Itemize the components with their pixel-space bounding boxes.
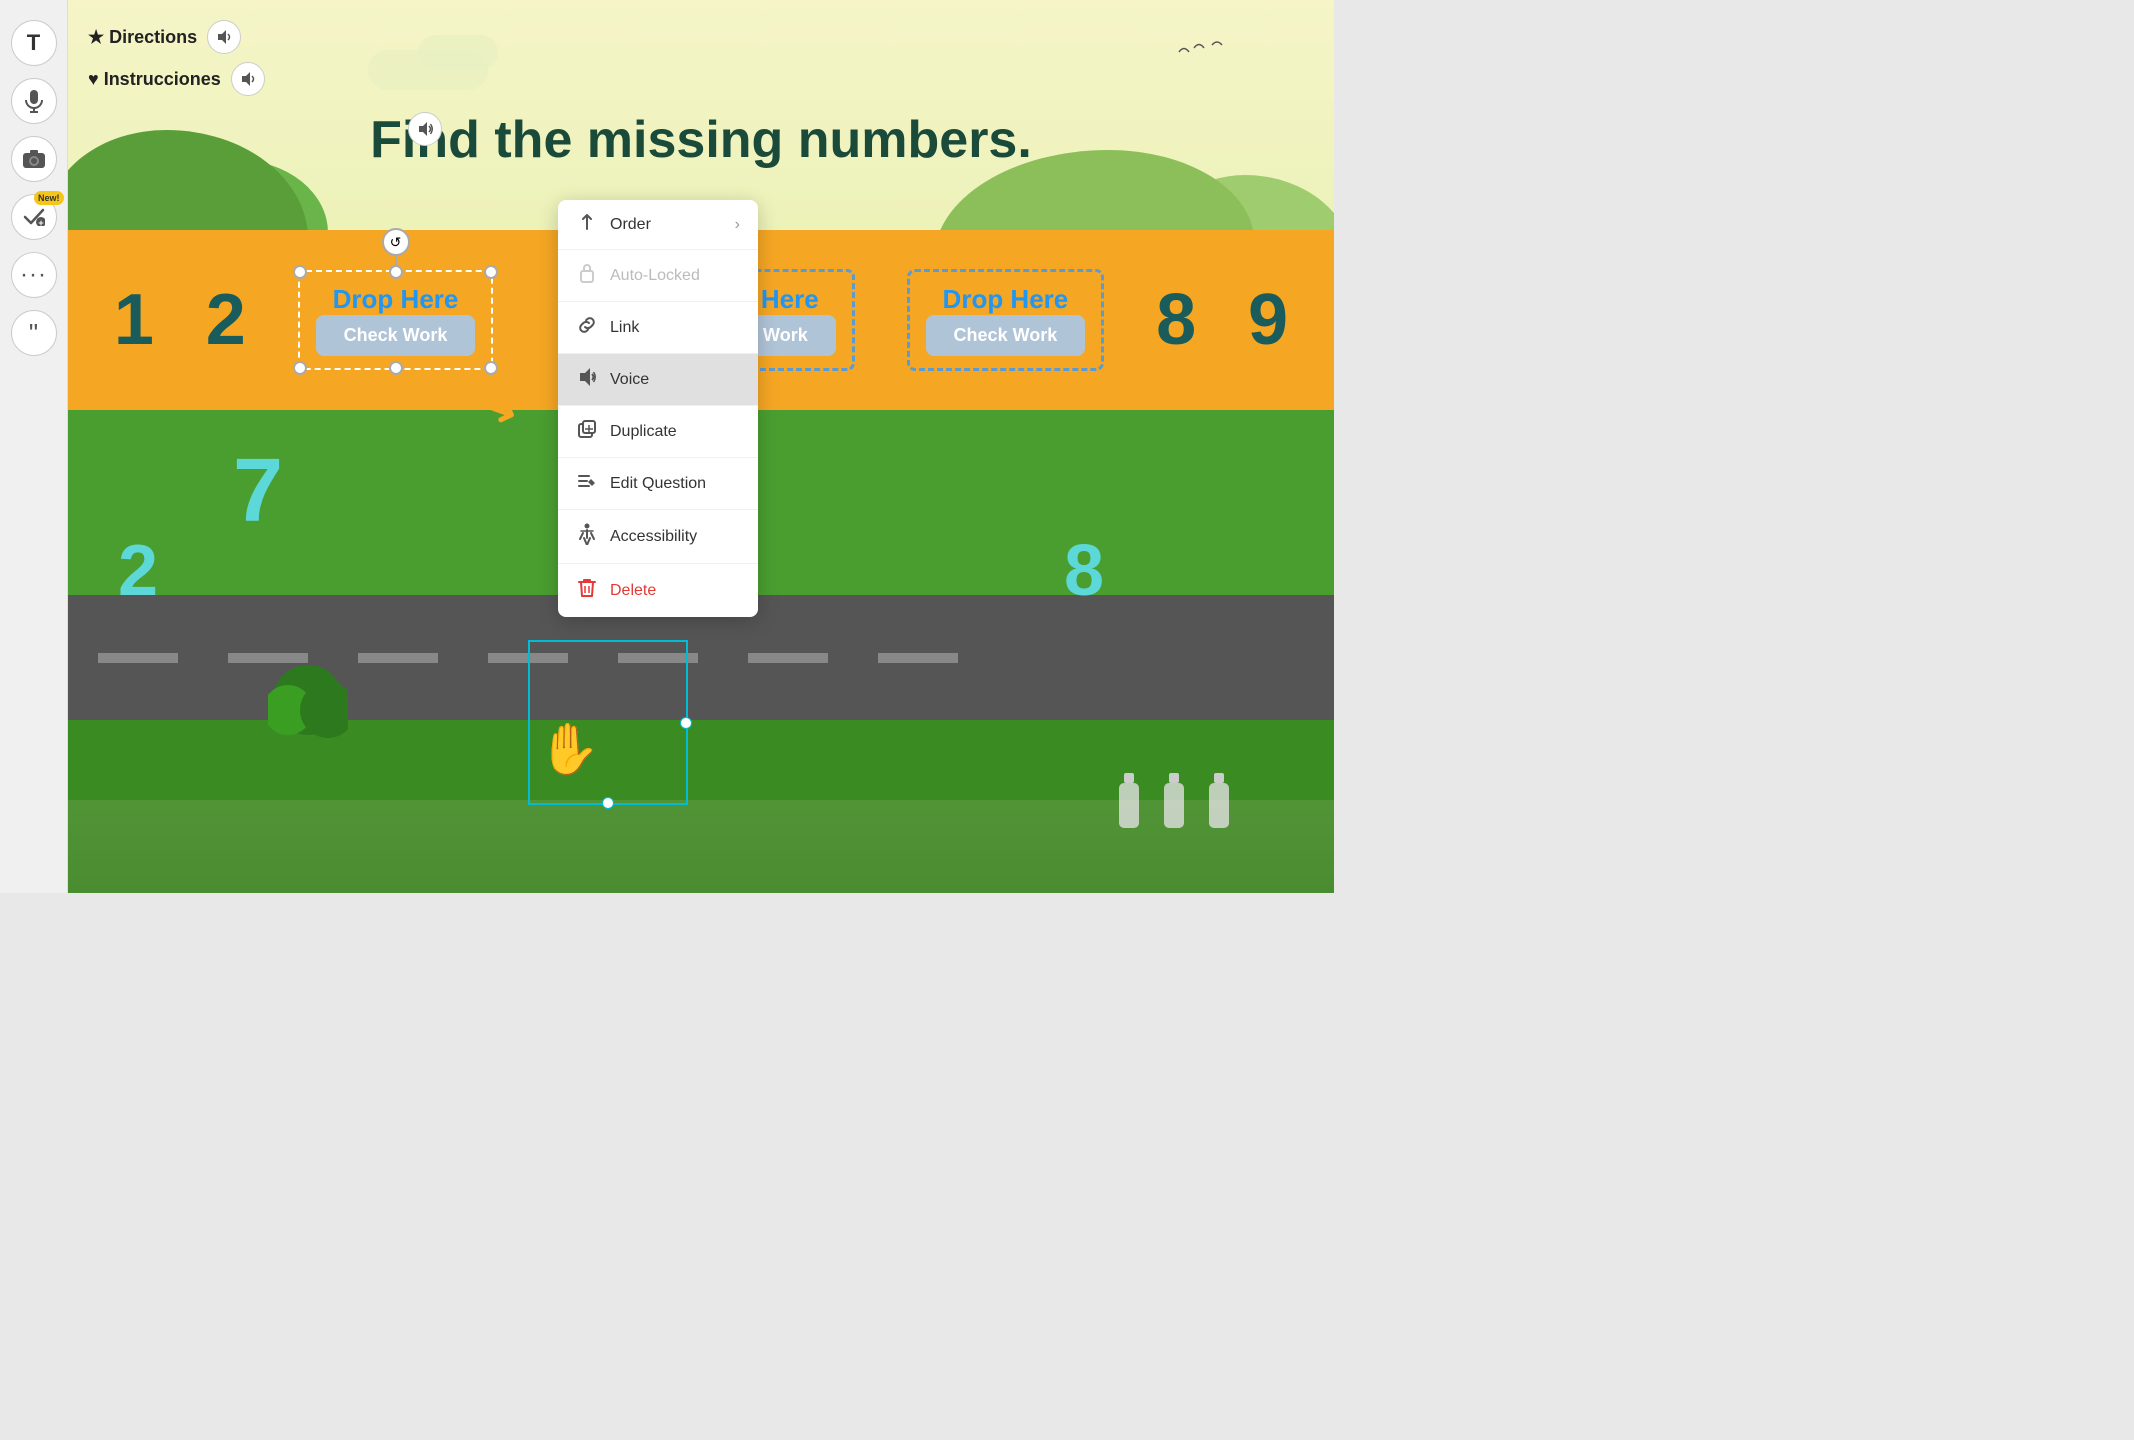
hand-pointer: ✋	[538, 720, 600, 779]
birds-decoration	[1174, 40, 1234, 70]
camera-icon	[22, 149, 46, 169]
more-dots-icon: ···	[20, 261, 47, 289]
english-directions-text: ★ Directions	[88, 27, 197, 48]
english-audio-button[interactable]	[207, 20, 241, 54]
check-mark-icon: +	[23, 208, 45, 226]
number-2: 2	[206, 279, 246, 361]
voice-label: Voice	[610, 371, 649, 389]
edit-question-label: Edit Question	[610, 475, 706, 493]
number-1: 1	[114, 279, 154, 361]
text-tool-button[interactable]: T	[11, 20, 57, 66]
order-arrow: ›	[735, 216, 740, 234]
title-audio-button[interactable]	[408, 112, 442, 146]
order-icon	[576, 213, 598, 236]
english-directions-row: ★ Directions	[88, 20, 265, 54]
number-9: 9	[1248, 279, 1288, 361]
spanish-directions-row: ♥ Instrucciones	[88, 62, 265, 96]
menu-item-order[interactable]: Order ›	[558, 200, 758, 250]
menu-item-delete[interactable]: Delete	[558, 564, 758, 617]
road-number-8: 8	[1064, 530, 1104, 612]
road-dash-1	[98, 653, 178, 663]
drop-here-label-3: Drop Here	[926, 284, 1086, 315]
link-label: Link	[610, 319, 639, 337]
spanish-audio-button[interactable]	[231, 62, 265, 96]
left-toolbar: T New! + ··· "	[0, 0, 68, 893]
duplicate-label: Duplicate	[610, 423, 677, 441]
drop-here-label-1: Drop Here	[316, 284, 476, 315]
road-dash-3	[358, 653, 438, 663]
lock-icon	[576, 263, 598, 288]
menu-item-accessibility[interactable]: Accessibility	[558, 510, 758, 564]
title-speaker-icon	[417, 121, 433, 137]
bottle-2	[1159, 768, 1189, 838]
accessibility-label: Accessibility	[610, 528, 697, 546]
menu-item-duplicate[interactable]: Duplicate	[558, 406, 758, 458]
menu-item-edit-question[interactable]: Edit Question	[558, 458, 758, 510]
selection-handle-right[interactable]	[680, 717, 692, 729]
duplicate-icon	[576, 419, 598, 444]
camera-tool-button[interactable]	[11, 136, 57, 182]
road-markings	[68, 653, 1334, 663]
auto-locked-label: Auto-Locked	[610, 267, 700, 285]
cloud-2	[418, 35, 498, 70]
quote-icon: "	[29, 318, 38, 349]
number-8: 8	[1156, 279, 1196, 361]
context-menu: Order › Auto-Locked Link	[558, 200, 758, 617]
edit-question-icon	[576, 471, 598, 496]
voice-icon	[576, 367, 598, 392]
drop-zone-1[interactable]: Drop Here Check Work	[298, 270, 494, 370]
resize-handle-br[interactable]	[484, 361, 498, 375]
menu-item-voice[interactable]: Voice	[558, 354, 758, 406]
quote-tool-button[interactable]: "	[11, 310, 57, 356]
microphone-icon	[24, 89, 44, 113]
order-label: Order	[610, 216, 651, 234]
speaker-icon-2	[240, 71, 256, 87]
drop-zone-1-container: ↺ Drop Here Check Work	[298, 270, 494, 370]
delete-icon	[576, 577, 598, 604]
bottle-1	[1114, 768, 1144, 838]
road-number-2: 2	[118, 530, 158, 612]
new-badge: New!	[34, 191, 64, 205]
menu-item-auto-locked: Auto-Locked	[558, 250, 758, 302]
more-options-button[interactable]: ···	[11, 252, 57, 298]
accessibility-icon	[576, 523, 598, 550]
check-work-button-1[interactable]: Check Work	[316, 315, 476, 356]
spanish-directions-text: ♥ Instrucciones	[88, 69, 221, 90]
canvas-area: ★ Directions ♥ Instrucciones	[68, 0, 1334, 893]
link-icon	[576, 315, 598, 340]
resize-handle-tr[interactable]	[484, 265, 498, 279]
speaker-icon	[216, 29, 232, 45]
delete-label: Delete	[610, 582, 656, 600]
text-tool-label: T	[27, 30, 40, 56]
page-title: Find the missing numbers.	[68, 110, 1334, 170]
menu-item-link[interactable]: Link	[558, 302, 758, 354]
resize-handle-bl[interactable]	[293, 361, 307, 375]
check-work-button-3[interactable]: Check Work	[926, 315, 1086, 356]
rotate-handle[interactable]: ↺	[382, 228, 410, 256]
bottle-3	[1204, 768, 1234, 838]
bottles-area	[1114, 768, 1234, 838]
resize-handle-bc[interactable]	[389, 361, 403, 375]
check-tool-button[interactable]: New! +	[11, 194, 57, 240]
svg-text:+: +	[38, 218, 43, 226]
directions-area: ★ Directions ♥ Instrucciones	[88, 20, 265, 104]
large-number-7: 7	[233, 440, 283, 543]
drop-zone-3[interactable]: Drop Here Check Work	[907, 269, 1105, 371]
resize-handle-tl[interactable]	[293, 265, 307, 279]
road-dash-7	[878, 653, 958, 663]
microphone-tool-button[interactable]	[11, 78, 57, 124]
road-dash-6	[748, 653, 828, 663]
selection-handle-bottom[interactable]	[602, 797, 614, 809]
resize-handle-tc[interactable]	[389, 265, 403, 279]
bush-left	[268, 650, 348, 750]
